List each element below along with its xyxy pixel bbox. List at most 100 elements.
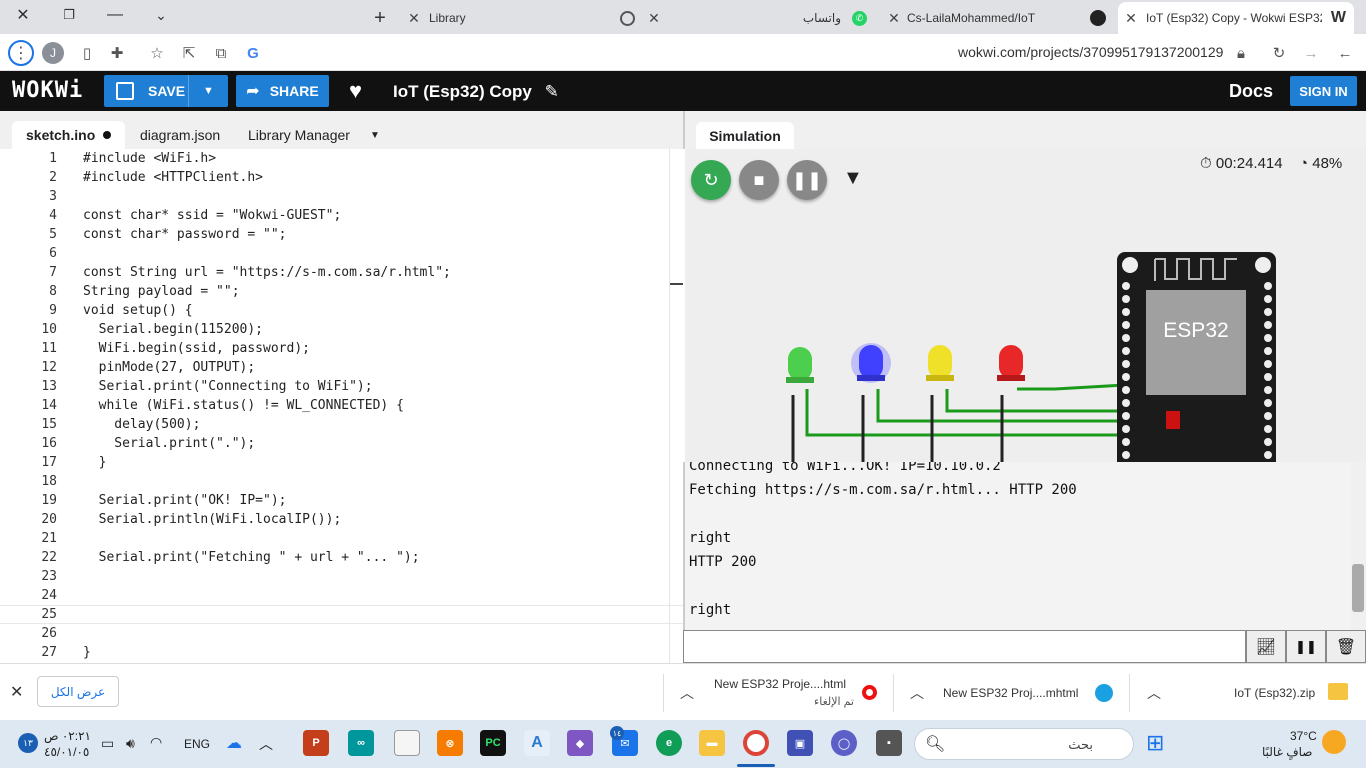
tray-overflow-chevron-icon[interactable]: ︿: [259, 734, 273, 754]
code-line[interactable]: 5 const char* password = "";: [0, 225, 683, 244]
code-line[interactable]: 21: [0, 529, 683, 548]
teams-chat-icon[interactable]: ◯: [831, 730, 857, 756]
code-line[interactable]: 18: [0, 472, 683, 491]
code-line[interactable]: 25: [0, 605, 683, 624]
esp32-board[interactable]: [1117, 252, 1276, 462]
edge-browser-icon[interactable]: e: [656, 730, 682, 756]
weather-temperature[interactable]: 37°C: [1290, 729, 1317, 743]
download-item[interactable]: IoT (Esp32).zip: [1234, 664, 1334, 721]
code-line[interactable]: 20 Serial.println(WiFi.localIP());: [0, 510, 683, 529]
tab-close-icon[interactable]: ✕: [885, 10, 903, 27]
taskbar-search-box[interactable]: 🔍︎ بحث: [914, 728, 1134, 760]
tab-sketch-ino[interactable]: sketch.ino: [12, 121, 126, 149]
led-blue[interactable]: [851, 343, 891, 383]
tab-close-icon[interactable]: ✕: [645, 10, 663, 27]
weather-sun-icon[interactable]: [1322, 730, 1346, 754]
code-line[interactable]: 24: [0, 586, 683, 605]
code-editor[interactable]: 1 #include <WiFi.h> 2 #include <HTTPClient.…: [0, 149, 683, 663]
code-line[interactable]: 11 WiFi.begin(ssid, password);: [0, 339, 683, 358]
tabs-dropdown-icon[interactable]: ▼: [356, 121, 394, 149]
code-line[interactable]: 14 while (WiFi.status() != WL_CONNECTED)…: [0, 396, 683, 415]
code-line[interactable]: 15 delay(500);: [0, 415, 683, 434]
code-line[interactable]: 17 }: [0, 453, 683, 472]
download-menu-chevron-icon[interactable]: ︿: [910, 683, 924, 703]
code-line[interactable]: 6: [0, 244, 683, 263]
visual-studio-icon[interactable]: ◆: [567, 730, 593, 756]
led-red[interactable]: [997, 345, 1025, 381]
download-item[interactable]: New ESP32 Proje....html تم الإلغاء: [714, 664, 854, 721]
tab-wokwi-active[interactable]: ✕ IoT (Esp32) Copy - Wokwi ESP32 W: [1118, 2, 1354, 34]
code-line[interactable]: 19 Serial.print("OK! IP=");: [0, 491, 683, 510]
restore-window-icon[interactable]: ❐: [46, 0, 92, 30]
docs-link[interactable]: Docs: [1229, 81, 1273, 102]
file-explorer-icon[interactable]: ▬: [699, 730, 725, 756]
tab-search-chevron-icon[interactable]: ⌄: [138, 0, 184, 30]
weather-description[interactable]: صافٍ غالبًا: [1262, 745, 1312, 759]
show-all-downloads-button[interactable]: عرض الكل: [37, 676, 119, 707]
code-line[interactable]: 10 Serial.begin(115200);: [0, 320, 683, 339]
share-button[interactable]: ➦ SHARE: [236, 75, 329, 107]
code-line[interactable]: 2 #include <HTTPClient.h>: [0, 168, 683, 187]
back-icon[interactable]: ←: [1332, 40, 1358, 66]
code-line[interactable]: 1 #include <WiFi.h>: [0, 149, 683, 168]
forward-icon[interactable]: →: [1298, 40, 1324, 66]
tab-library[interactable]: ✕ Library: [405, 4, 635, 32]
save-dropdown-chevron-icon[interactable]: ▼: [188, 75, 228, 107]
clock-time[interactable]: ٠٢:٢١ ص: [44, 729, 91, 743]
serial-input[interactable]: [683, 630, 1246, 663]
translate-icon[interactable]: ⧉: [208, 40, 234, 66]
download-menu-chevron-icon[interactable]: ︿: [680, 683, 694, 703]
language-indicator[interactable]: ENG: [184, 737, 210, 751]
code-line[interactable]: 8 String payload = "";: [0, 282, 683, 301]
code-line[interactable]: 4 const char* ssid = "Wokwi-GUEST";: [0, 206, 683, 225]
xampp-icon[interactable]: ⊗: [437, 730, 463, 756]
close-window-icon[interactable]: ✕: [0, 0, 46, 30]
extensions-icon[interactable]: ✚: [104, 40, 130, 66]
chrome-icon[interactable]: [743, 730, 769, 756]
sign-in-button[interactable]: SIGN IN: [1290, 76, 1357, 106]
led-green[interactable]: [786, 347, 814, 383]
led-yellow[interactable]: [926, 345, 954, 381]
address-bar-url[interactable]: wokwi.com/projects/370995179137200129: [958, 44, 1223, 60]
tab-close-icon[interactable]: ✕: [1122, 10, 1140, 27]
arduino-icon[interactable]: ∞: [348, 730, 374, 756]
google-icon[interactable]: G: [240, 40, 266, 66]
tab-whatsapp[interactable]: ✕ واتساب ✆: [645, 4, 873, 32]
virtualbox-icon[interactable]: ▣: [787, 730, 813, 756]
code-line[interactable]: 23: [0, 567, 683, 586]
tab-close-icon[interactable]: ✕: [405, 10, 423, 27]
serial-scrollbar-thumb[interactable]: [1352, 564, 1364, 612]
ai-app-icon[interactable]: A: [524, 730, 550, 756]
profile-avatar[interactable]: J: [42, 42, 64, 64]
notepad-icon[interactable]: [394, 730, 420, 756]
powerpoint-icon[interactable]: P: [303, 730, 329, 756]
reload-icon[interactable]: ↻: [1266, 40, 1292, 66]
code-line[interactable]: 26: [0, 624, 683, 643]
edit-pencil-icon[interactable]: ✎: [545, 82, 559, 101]
minimize-window-icon[interactable]: —: [92, 0, 138, 30]
clock-date[interactable]: ٤٥/٠١/٠٥: [44, 745, 89, 759]
editor-scrollbar[interactable]: [669, 149, 683, 663]
code-line[interactable]: 16 Serial.print(".");: [0, 434, 683, 453]
code-line[interactable]: 27}: [0, 643, 683, 662]
wokwi-logo[interactable]: WOKWi: [12, 78, 83, 103]
tab-library-manager[interactable]: Library Manager: [234, 121, 364, 149]
wifi-tray-icon[interactable]: ◠: [150, 734, 162, 751]
clear-trash-icon[interactable]: 🗑︎: [1326, 630, 1366, 663]
code-line[interactable]: 22 Serial.print("Fetching " + url + "...…: [0, 548, 683, 567]
simulation-canvas[interactable]: ↻ ■ ❚❚ ▼ ⏱ 00:24.414 ◔ 48% ESP32: [685, 149, 1366, 462]
tab-simulation[interactable]: Simulation: [696, 122, 794, 149]
volume-icon[interactable]: 🔊︎: [126, 735, 135, 752]
heart-icon[interactable]: ♥: [349, 78, 362, 104]
share-icon[interactable]: ⇱: [176, 40, 202, 66]
download-menu-chevron-icon[interactable]: ︿: [1147, 683, 1161, 703]
plotter-chart-icon[interactable]: 📈︎: [1246, 630, 1286, 663]
snipping-tool-icon[interactable]: ▪: [876, 730, 902, 756]
code-line[interactable]: 12 pinMode(27, OUTPUT);: [0, 358, 683, 377]
windows-start-icon[interactable]: ⊞: [1146, 730, 1164, 756]
tab-diagram-json[interactable]: diagram.json: [126, 121, 234, 149]
code-line[interactable]: 9 void setup() {: [0, 301, 683, 320]
pause-serial-icon[interactable]: ❚❚: [1286, 630, 1326, 663]
tab-github[interactable]: ✕ Cs-LailaMohammed/IoT: [885, 4, 1110, 32]
code-line[interactable]: 7 const String url = "https://s-m.com.sa/…: [0, 263, 683, 282]
